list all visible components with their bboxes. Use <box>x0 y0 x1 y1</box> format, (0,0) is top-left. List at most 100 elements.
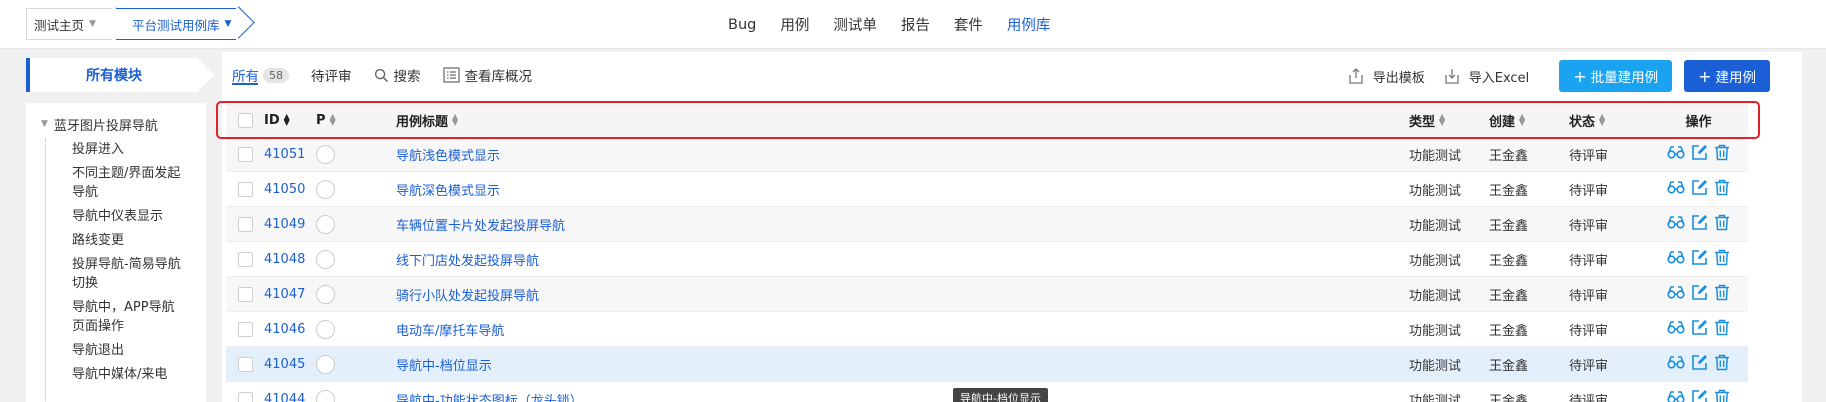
row-title[interactable]: 导航深色模式显示 <box>396 180 1409 199</box>
table-row[interactable]: 41046 电动车/摩托车导航 功能测试 王金鑫 待评审 <box>226 312 1748 347</box>
breadcrumb-home[interactable]: 测试主页 ▼ <box>26 8 112 40</box>
edit-icon[interactable] <box>1691 284 1708 305</box>
row-title[interactable]: 线下门店处发起投屏导航 <box>396 250 1409 269</box>
review-icon[interactable] <box>1667 354 1685 374</box>
row-creator: 王金鑫 <box>1489 358 1529 374</box>
tree-item[interactable]: 导航退出 <box>26 341 206 360</box>
delete-icon[interactable] <box>1714 284 1730 305</box>
nav-reports[interactable]: 报告 <box>901 14 930 35</box>
tree-item[interactable]: 不同主题/界面发起导航 <box>26 164 206 202</box>
review-icon[interactable] <box>1667 249 1685 269</box>
row-id[interactable]: 41051 <box>264 147 316 162</box>
edit-icon[interactable] <box>1691 214 1708 235</box>
row-checkbox[interactable] <box>237 146 253 162</box>
import-excel-button[interactable]: 导入Excel <box>1443 67 1529 86</box>
table-row[interactable]: 41047 骑行小队处发起投屏导航 功能测试 王金鑫 待评审 <box>226 277 1748 312</box>
col-type-label: 类型 <box>1409 114 1436 130</box>
tree-item[interactable]: 投屏进入 <box>26 140 206 159</box>
breadcrumb-library[interactable]: 平台测试用例库 ▼ <box>116 8 236 40</box>
col-status[interactable]: 状态 ▲ ▼ <box>1569 111 1649 130</box>
row-id[interactable]: 41050 <box>264 182 316 197</box>
table-row[interactable]: 41045 导航中-档位显示 功能测试 王金鑫 待评审 <box>226 347 1748 382</box>
review-icon[interactable] <box>1667 319 1685 339</box>
edit-icon[interactable] <box>1691 179 1708 200</box>
batch-create-button[interactable]: + 批量建用例 <box>1559 60 1673 92</box>
select-all-checkbox[interactable] <box>237 112 253 128</box>
title-tooltip: 导航中-档位显示 <box>953 388 1048 402</box>
review-icon[interactable] <box>1667 179 1685 199</box>
row-title[interactable]: 车辆位置卡片处发起投屏导航 <box>396 215 1409 234</box>
row-title[interactable]: 骑行小队处发起投屏导航 <box>396 285 1409 304</box>
tree-item[interactable]: 导航中仪表显示 <box>26 207 206 226</box>
row-status: 待评审 <box>1569 393 1609 402</box>
review-icon[interactable] <box>1667 214 1685 234</box>
export-template-button[interactable]: 导出模板 <box>1347 67 1425 86</box>
create-case-button[interactable]: + 建用例 <box>1684 60 1770 92</box>
table-row[interactable]: 41049 车辆位置卡片处发起投屏导航 功能测试 王金鑫 待评审 <box>226 207 1748 242</box>
nav-test-orders[interactable]: 测试单 <box>833 14 877 35</box>
edit-icon[interactable] <box>1691 389 1708 402</box>
row-id[interactable]: 41047 <box>264 287 316 302</box>
col-title[interactable]: 用例标题 ▲ ▼ <box>396 111 1409 130</box>
row-title[interactable]: 电动车/摩托车导航 <box>396 320 1409 339</box>
col-priority[interactable]: P ▲ ▼ <box>316 113 396 128</box>
row-id[interactable]: 41048 <box>264 252 316 267</box>
delete-icon[interactable] <box>1714 354 1730 375</box>
delete-icon[interactable] <box>1714 249 1730 270</box>
col-type[interactable]: 类型 ▲ ▼ <box>1409 111 1489 130</box>
row-id[interactable]: 41049 <box>264 217 316 232</box>
delete-icon[interactable] <box>1714 144 1730 165</box>
tree-item[interactable]: 路线变更 <box>26 231 206 250</box>
table-row[interactable]: 41051 导航浅色模式显示 功能测试 王金鑫 待评审 <box>226 137 1748 172</box>
row-check-cell <box>226 286 264 302</box>
tab-overview[interactable]: 查看库概况 <box>442 65 532 85</box>
row-ops <box>1649 354 1748 375</box>
row-title[interactable]: 导航中-档位显示 <box>396 355 1409 374</box>
edit-icon[interactable] <box>1691 249 1708 270</box>
delete-icon[interactable] <box>1714 319 1730 340</box>
col-id[interactable]: ID ▲ ▼ <box>264 113 316 128</box>
row-id[interactable]: 41045 <box>264 357 316 372</box>
top-nav: Bug 用例 测试单 报告 套件 用例库 <box>728 0 1074 49</box>
tree-item[interactable]: 导航中媒体/来电 <box>26 365 206 384</box>
row-checkbox[interactable] <box>237 181 253 197</box>
row-checkbox[interactable] <box>237 321 253 337</box>
row-ops <box>1649 284 1748 305</box>
row-title[interactable]: 导航浅色模式显示 <box>396 145 1409 164</box>
priority-circle <box>316 249 335 269</box>
table-row[interactable]: 41048 线下门店处发起投屏导航 功能测试 王金鑫 待评审 <box>226 242 1748 277</box>
nav-bug[interactable]: Bug <box>728 17 756 33</box>
row-checkbox[interactable] <box>237 251 253 267</box>
review-icon[interactable] <box>1667 284 1685 304</box>
nav-cases[interactable]: 用例 <box>780 14 809 35</box>
edit-icon[interactable] <box>1691 354 1708 375</box>
edit-icon[interactable] <box>1691 319 1708 340</box>
nav-suites[interactable]: 套件 <box>954 14 983 35</box>
row-checkbox[interactable] <box>237 286 253 302</box>
tab-search[interactable]: 搜索 <box>374 65 421 85</box>
nav-case-library[interactable]: 用例库 <box>1007 14 1051 35</box>
tab-review[interactable]: 待评审 <box>311 65 352 85</box>
row-checkbox[interactable] <box>237 391 253 402</box>
row-checkbox[interactable] <box>237 356 253 372</box>
tab-all[interactable]: 所有 58 <box>232 65 289 85</box>
edit-icon[interactable] <box>1691 144 1708 165</box>
caret-down-icon[interactable]: ▼ <box>41 119 48 129</box>
tree-root[interactable]: ▼ 蓝牙图片投屏导航 <box>26 113 206 135</box>
col-creator[interactable]: 创建 ▲ ▼ <box>1489 111 1569 130</box>
delete-icon[interactable] <box>1714 214 1730 235</box>
review-icon[interactable] <box>1667 389 1685 402</box>
row-creator: 王金鑫 <box>1489 183 1529 199</box>
delete-icon[interactable] <box>1714 389 1730 402</box>
delete-icon[interactable] <box>1714 179 1730 200</box>
tree-item[interactable]: 导航中，APP导航页面操作 <box>26 298 206 336</box>
review-icon[interactable] <box>1667 144 1685 164</box>
row-title[interactable]: 导航中-功能状态图标（龙头锁） <box>396 390 1409 402</box>
all-modules-button[interactable]: 所有模块 <box>26 58 215 92</box>
table-row[interactable]: 41050 导航深色模式显示 功能测试 王金鑫 待评审 <box>226 172 1748 207</box>
row-id[interactable]: 41044 <box>264 392 316 402</box>
priority-circle <box>316 144 335 164</box>
row-id[interactable]: 41046 <box>264 322 316 337</box>
row-checkbox[interactable] <box>237 216 253 232</box>
tree-item[interactable]: 投屏导航-简易导航切换 <box>26 255 206 293</box>
